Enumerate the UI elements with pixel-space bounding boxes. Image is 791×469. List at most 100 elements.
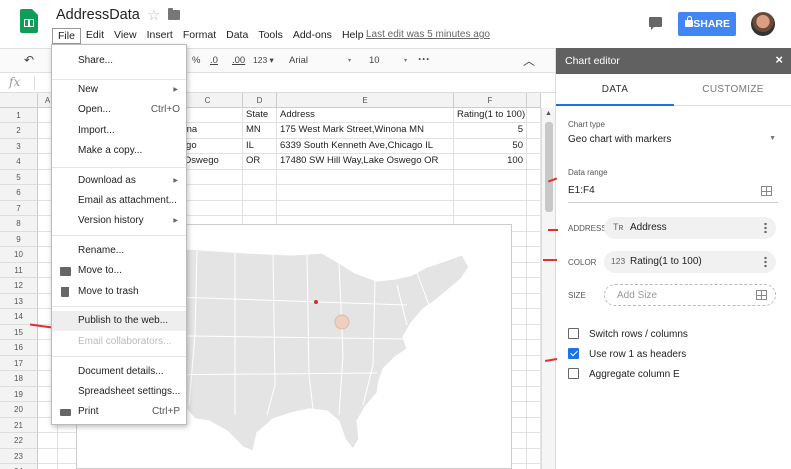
menu-item-new[interactable]: New ▶ [52,80,186,100]
row-header[interactable]: 10 [0,247,38,263]
grid-cell[interactable] [527,123,541,139]
grid-cell[interactable] [527,325,541,340]
grid-cell[interactable] [527,449,541,464]
menu-item-rename[interactable]: Rename... [52,241,186,261]
cell-d2[interactable]: MN [243,123,277,139]
menu-item-print[interactable]: Print Ctrl+P [52,402,186,422]
row-header[interactable]: 17 [0,356,38,371]
grid-cell[interactable] [38,449,58,464]
more-button[interactable]: ··· [418,52,430,66]
folder-icon[interactable] [168,8,180,20]
col-header-g[interactable] [527,93,541,108]
grid-cell[interactable] [527,433,541,449]
row-header[interactable]: 1 [0,108,38,123]
grid-cell[interactable] [527,278,541,294]
row-header[interactable]: 16 [0,340,38,356]
grid-cell[interactable] [527,154,541,170]
menu-item-import[interactable]: Import... [52,121,186,141]
corner-header[interactable] [0,93,38,108]
document-title[interactable]: AddressData [56,7,140,23]
font-size-select[interactable]: 10 ▾ [369,55,407,66]
kebab-icon[interactable] [764,256,767,268]
row-header[interactable]: 9 [0,232,38,247]
cell-f1[interactable]: Rating(1 to 100) [454,108,527,123]
grid-cell[interactable] [527,294,541,309]
grid-cell[interactable] [243,201,277,216]
row-header[interactable]: 11 [0,263,38,278]
percent-button[interactable]: % [192,55,200,66]
row-header[interactable]: 2 [0,123,38,139]
grid-cell[interactable] [527,387,541,402]
menu-edit[interactable]: Edit [81,28,109,44]
menu-format[interactable]: Format [178,28,221,44]
undo-icon[interactable]: ↶ [24,53,34,67]
share-button[interactable]: SHARE [678,12,736,36]
menu-item-move-to-trash[interactable]: Move to trash [52,282,186,302]
grid-cell[interactable] [527,170,541,185]
grid-cell[interactable] [527,216,541,232]
grid-cell[interactable] [454,185,527,201]
row-header[interactable]: 8 [0,216,38,232]
grid-cell[interactable] [527,340,541,356]
grid-cell[interactable] [454,170,527,185]
switch-rows-checkbox[interactable] [568,328,579,339]
chart-type-select[interactable]: Geo chart with markers ▼ [568,134,778,150]
row-header[interactable]: 20 [0,402,38,418]
grid-cell[interactable] [454,201,527,216]
menu-item-document-details[interactable]: Document details... [52,362,186,382]
row-header[interactable]: 13 [0,294,38,309]
vertical-scrollbar[interactable]: ▲ [541,108,555,469]
close-icon[interactable]: × [775,52,783,67]
grid-cell[interactable] [527,185,541,201]
row-header[interactable]: 4 [0,154,38,170]
comment-icon[interactable] [649,17,662,30]
marker-winona[interactable] [314,300,318,304]
number-format-button[interactable]: 123 ▾ [253,55,274,66]
grid-cell[interactable] [527,139,541,154]
row-header[interactable]: 3 [0,139,38,154]
address-field-chip[interactable]: Tʀ Address [604,217,776,239]
row-header[interactable]: 7 [0,201,38,216]
kebab-icon[interactable] [764,222,767,234]
avatar[interactable] [751,12,775,36]
menu-view[interactable]: View [109,28,142,44]
col-header-e[interactable]: E [277,93,454,108]
menu-item-email-attachment[interactable]: Email as attachment... [52,191,186,211]
menu-item-download-as[interactable]: Download as ▶ [52,171,186,191]
cell-e3[interactable]: 6339 South Kenneth Ave,Chicago IL [277,139,454,154]
row-header[interactable]: 22 [0,433,38,449]
menu-item-spreadsheet-settings[interactable]: Spreadsheet settings... [52,382,186,402]
grid-cell[interactable] [38,433,58,449]
grid-cell[interactable] [527,418,541,433]
scroll-up-icon[interactable]: ▲ [545,110,552,117]
row-header[interactable]: 5 [0,170,38,185]
row-header[interactable]: 18 [0,371,38,387]
increase-decimal-button[interactable]: .00 [232,55,245,66]
grid-cell[interactable] [527,464,541,469]
grid-cell[interactable] [277,201,454,216]
row-header[interactable]: 6 [0,185,38,201]
menu-file[interactable]: File [52,28,81,44]
aggregate-column-checkbox[interactable] [568,368,579,379]
grid-cell[interactable] [277,170,454,185]
decrease-decimal-button[interactable]: .0 [210,55,218,66]
data-range-input[interactable]: E1:F4 [568,185,778,201]
grid-cell[interactable] [527,356,541,371]
last-edit-link[interactable]: Last edit was 5 minutes ago [366,29,490,40]
menu-data[interactable]: Data [221,28,253,44]
row-header[interactable]: 14 [0,309,38,325]
menu-item-open[interactable]: Open... Ctrl+O [52,100,186,120]
menu-help[interactable]: Help [337,28,369,44]
grid-cell[interactable] [243,170,277,185]
col-header-f[interactable]: F [454,93,527,108]
cell-e4[interactable]: 17480 SW Hill Way,Lake Oswego OR [277,154,454,170]
grid-cell[interactable] [527,371,541,387]
col-header-d[interactable]: D [243,93,277,108]
sheets-logo-icon[interactable] [20,9,38,33]
row-header[interactable]: 24 [0,464,38,469]
row-header[interactable]: 15 [0,325,38,340]
collapse-icon[interactable]: ︿ [523,52,535,69]
menu-item-version-history[interactable]: Version history ▶ [52,211,186,231]
grid-cell[interactable] [527,108,541,123]
menu-item-publish-web[interactable]: Publish to the web... [52,311,186,331]
